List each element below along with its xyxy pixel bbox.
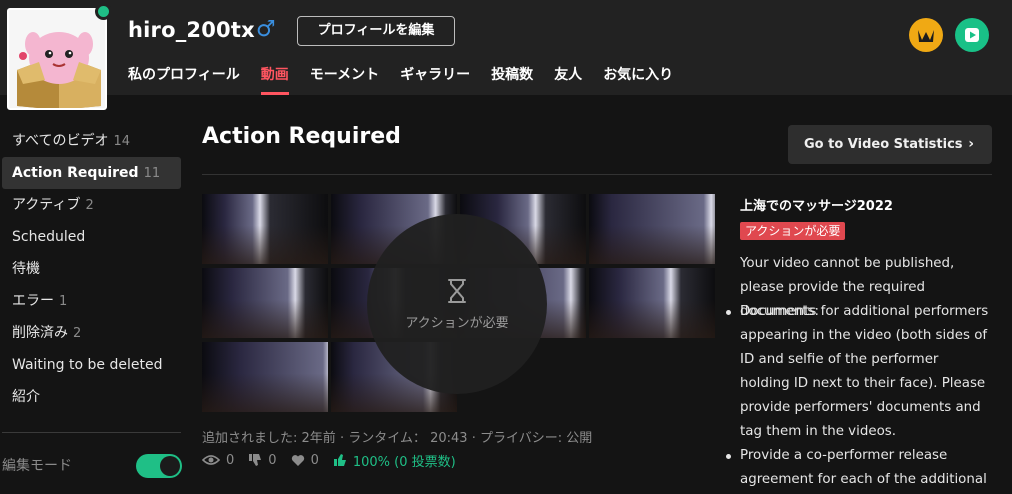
requirements-list: Documents for additional performers appe… (726, 300, 992, 492)
sidebar-item-scheduled[interactable]: Scheduled (2, 221, 181, 253)
tab-my-profile[interactable]: 私のプロフィール (128, 64, 240, 95)
dislikes-count: 0 (268, 452, 277, 468)
tab-friends[interactable]: 友人 (554, 64, 582, 95)
page-title: Action Required (202, 124, 401, 149)
edit-profile-button[interactable]: プロフィールを編集 (297, 16, 455, 46)
sidebar-item-count: 2 (73, 326, 82, 341)
rating-value: 100% (0 投票数) (352, 454, 456, 470)
rating-metric: 100% (0 投票数) (333, 451, 456, 470)
hourglass-icon (448, 279, 466, 303)
video-statistics-button[interactable]: Go to Video Statistics › (788, 125, 992, 164)
edit-mode-toggle[interactable] (136, 454, 182, 478)
tab-favorites[interactable]: お気に入り (603, 64, 673, 95)
toggle-knob (160, 456, 180, 476)
thumbs-up-icon (333, 454, 346, 466)
sidebar-item-count: 11 (143, 166, 161, 181)
thumbnail-frame (202, 194, 328, 264)
tab-videos[interactable]: 動画 (260, 64, 289, 95)
sidebar-item-all-videos[interactable]: すべてのビデオ 14 (2, 125, 181, 157)
sidebar-divider (2, 432, 181, 433)
tab-gallery[interactable]: ギャラリー (400, 64, 470, 95)
heart-icon (291, 454, 304, 466)
privacy-value: 公開 (566, 431, 593, 446)
video-filter-sidebar: すべてのビデオ 14 Action Required 11 アクティブ 2 Sched… (0, 95, 190, 494)
sidebar-item-count: 14 (113, 134, 131, 149)
views-metric: 0 (202, 453, 234, 468)
action-required-overlay: アクションが必要 (367, 214, 547, 394)
sidebar-item-waiting[interactable]: 待機 (2, 253, 181, 285)
sidebar-item-label: Scheduled (12, 229, 86, 245)
added-value: 2年前 (301, 431, 336, 446)
play-icon[interactable] (955, 18, 989, 52)
video-statistics-button-label: Go to Video Statistics (804, 137, 963, 152)
edit-mode-label: 編集モード (2, 458, 72, 474)
favorites-metric: 0 (291, 453, 319, 468)
thumbs-down-icon (249, 454, 262, 466)
profile-nav-tabs: 私のプロフィール 動画 モーメント ギャラリー 投稿数 友人 お気に入り (128, 64, 694, 95)
eye-icon (202, 455, 220, 465)
views-count: 0 (226, 452, 235, 468)
sidebar-item-label: エラー (12, 293, 54, 309)
sidebar-item-label: アクティブ (12, 197, 81, 213)
thumbnail-frame (202, 268, 328, 338)
sidebar-item-action-required[interactable]: Action Required 11 (2, 157, 181, 189)
status-badge: アクションが必要 (740, 222, 846, 240)
list-item: Documents for additional performers appe… (726, 300, 992, 444)
tab-moments[interactable]: モーメント (310, 64, 379, 95)
content-divider (202, 174, 992, 175)
online-status-dot (95, 3, 112, 20)
added-label: 追加されました: (202, 431, 298, 446)
sidebar-item-referral[interactable]: 紹介 (2, 381, 181, 413)
male-gender-icon: ♂ (256, 17, 276, 42)
sidebar-item-label: 削除済み (12, 325, 68, 341)
avatar[interactable] (7, 8, 107, 110)
privacy-label: プライバシー: (479, 431, 563, 446)
sidebar-item-label: Waiting to be deleted (12, 357, 163, 373)
profile-header: hiro_200tx ♂ プロフィールを編集 私のプロフィール 動画 モーメント… (0, 0, 1012, 110)
runtime-label: ランタイム： (348, 431, 426, 446)
tab-posts[interactable]: 投稿数 (491, 64, 533, 95)
video-metrics: 0 0 0 100% (0 投票数) (202, 450, 470, 470)
sidebar-item-deleted[interactable]: 削除済み 2 (2, 317, 181, 349)
favorites-count: 0 (310, 452, 319, 468)
sidebar-item-label: 待機 (12, 261, 40, 277)
sidebar-item-count: 1 (59, 294, 68, 309)
thumbnail-frame (202, 342, 328, 412)
video-title[interactable]: 上海でのマッサージ2022 (740, 195, 893, 214)
sidebar-item-label: すべてのビデオ (12, 133, 109, 149)
list-item: Provide a co-performer release agreement… (726, 444, 992, 492)
dislikes-metric: 0 (248, 452, 277, 468)
sidebar-item-count: 2 (85, 198, 94, 213)
pink-creature-in-box-avatar-icon (9, 10, 105, 108)
crown-icon[interactable] (909, 18, 943, 52)
username: hiro_200tx (128, 18, 255, 42)
sidebar-item-waiting-to-be-deleted[interactable]: Waiting to be deleted (2, 349, 181, 381)
overlay-label: アクションが必要 (405, 316, 509, 331)
chevron-right-icon: › (968, 136, 974, 152)
thumbnail-frame (589, 194, 715, 264)
runtime-value: 20:43 (430, 431, 468, 446)
thumbnail-frame (589, 268, 715, 338)
video-meta: 追加されました: 2年前 · ランタイム： 20:43 · プライバシー: 公開 (202, 431, 593, 446)
sidebar-item-label: 紹介 (12, 389, 40, 405)
sidebar-item-active[interactable]: アクティブ 2 (2, 189, 181, 221)
sidebar-item-error[interactable]: エラー 1 (2, 285, 181, 317)
sidebar-item-label: Action Required (12, 165, 139, 181)
